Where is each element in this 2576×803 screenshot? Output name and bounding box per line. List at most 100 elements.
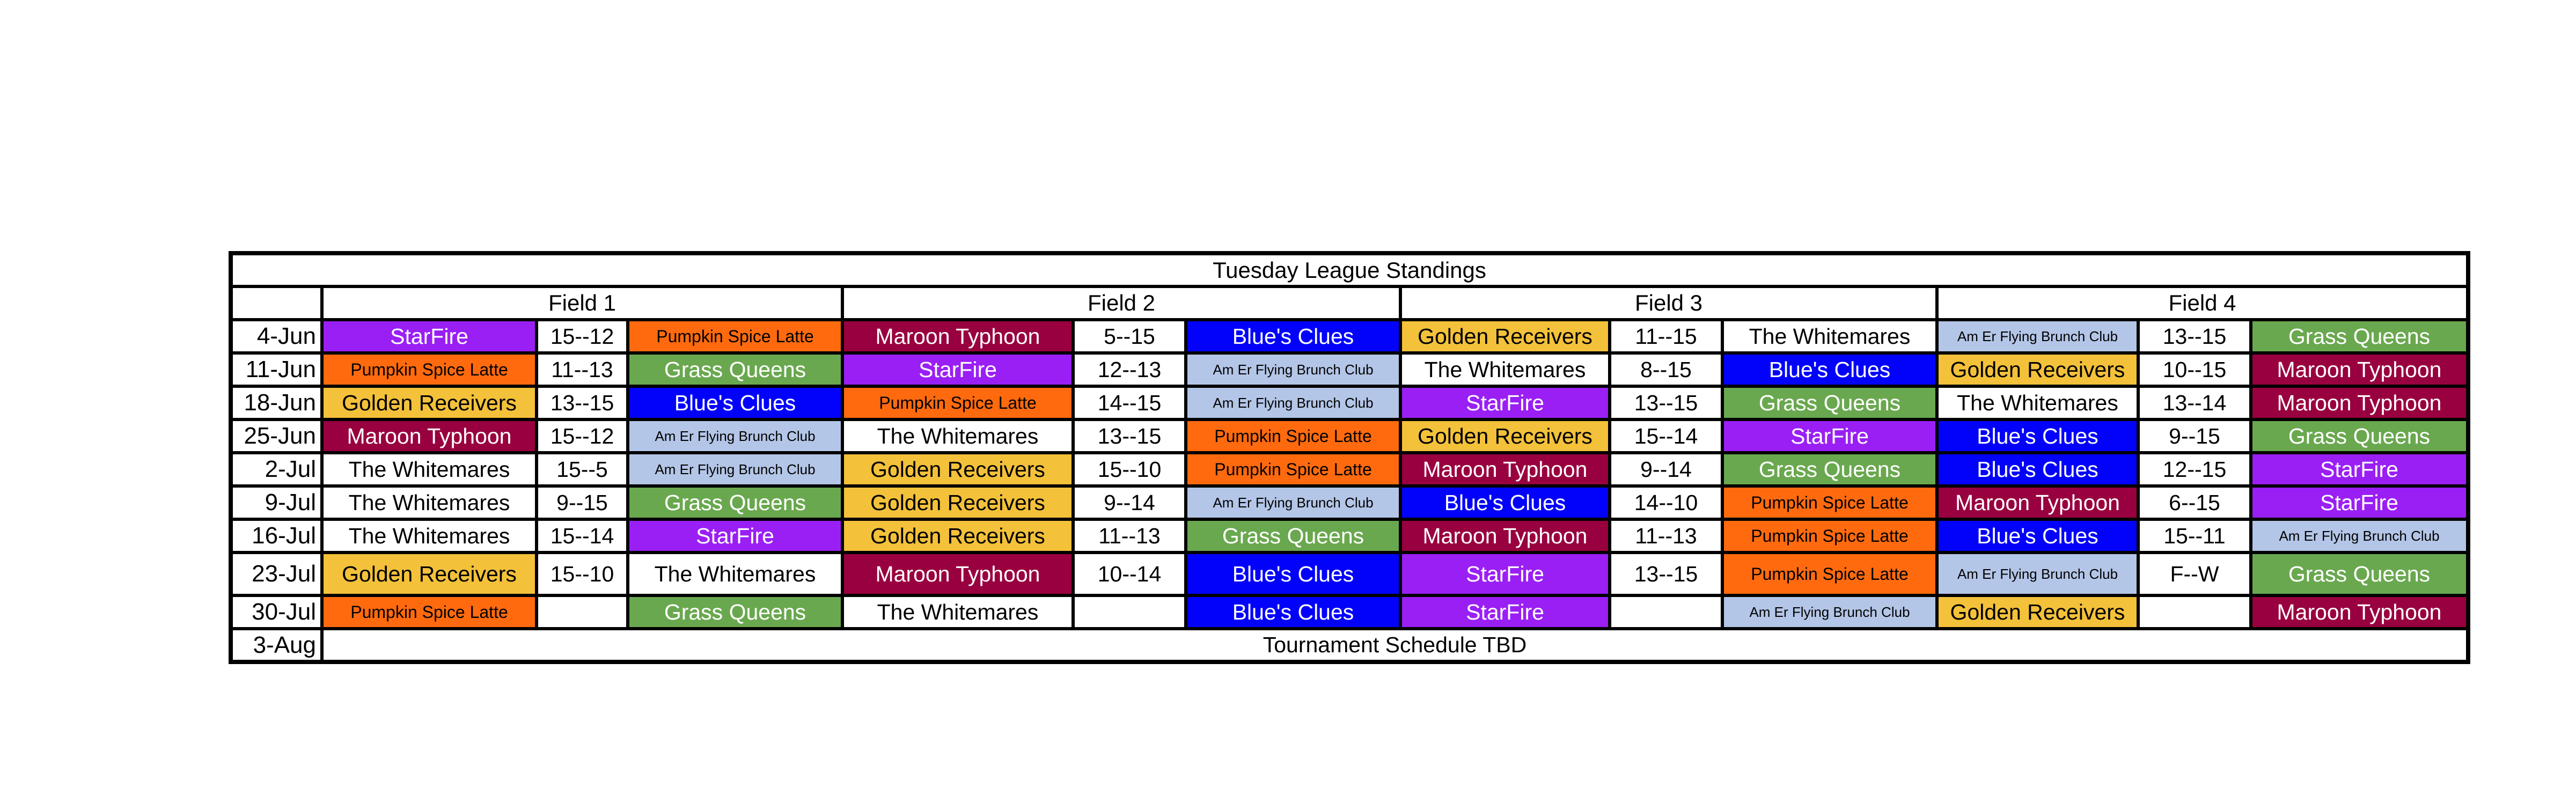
score-cell: 14--10 bbox=[1608, 484, 1724, 521]
table-row: 30-Jul Pumpkin Spice Latte Grass Queens The… bbox=[229, 594, 2470, 630]
score-cell: 15--11 bbox=[2137, 518, 2252, 554]
team-cell: Pumpkin Spice Latte bbox=[320, 594, 538, 630]
table-row: 16-Jul The Whitemares 15--14 StarFire Golden… bbox=[229, 518, 2470, 554]
team-cell: Grass Queens bbox=[626, 484, 844, 521]
table-row: 23-Jul Golden Receivers 15--10 The Whitemar… bbox=[229, 551, 2470, 597]
date-cell: 4-Jun bbox=[229, 318, 324, 355]
team-cell: Pumpkin Spice Latte bbox=[1721, 518, 1939, 554]
standings-table: Tuesday League Standings Field 1 Field 2… bbox=[229, 251, 2470, 664]
team-cell: Maroon Typhoon bbox=[841, 318, 1075, 355]
score-cell: 15--10 bbox=[1072, 451, 1187, 488]
team-cell: The Whitemares bbox=[626, 551, 844, 597]
team-cell: Am Er Flying Brunch Club bbox=[626, 418, 844, 454]
score-cell bbox=[535, 594, 629, 630]
date-header-cell bbox=[229, 285, 324, 321]
score-cell: 12--15 bbox=[2137, 451, 2252, 488]
team-cell: Maroon Typhoon bbox=[1399, 518, 1611, 554]
table-row: 11-Jun Pumpkin Spice Latte 11--13 Grass Que… bbox=[229, 351, 2470, 388]
team-cell: Pumpkin Spice Latte bbox=[320, 351, 538, 388]
team-cell: StarFire bbox=[2249, 451, 2470, 488]
team-cell: Grass Queens bbox=[1184, 518, 1402, 554]
date-cell: 2-Jul bbox=[229, 451, 324, 488]
team-cell: Am Er Flying Brunch Club bbox=[2249, 518, 2470, 554]
team-cell: Grass Queens bbox=[626, 351, 844, 388]
team-cell: Pumpkin Spice Latte bbox=[1721, 551, 1939, 597]
team-cell: StarFire bbox=[320, 318, 538, 355]
score-cell bbox=[2137, 594, 2252, 630]
team-cell: Am Er Flying Brunch Club bbox=[626, 451, 844, 488]
score-cell: 9--14 bbox=[1608, 451, 1724, 488]
team-cell: Golden Receivers bbox=[841, 484, 1075, 521]
table-row: 4-Jun StarFire 15--12 Pumpkin Spice Latte Ma… bbox=[229, 318, 2470, 355]
table-row: 9-Jul The Whitemares 9--15 Grass Queens Gold… bbox=[229, 484, 2470, 521]
score-cell: 11--13 bbox=[1608, 518, 1724, 554]
team-cell: Blue's Clues bbox=[1935, 518, 2140, 554]
team-cell: Maroon Typhoon bbox=[2249, 594, 2470, 630]
team-cell: StarFire bbox=[1399, 385, 1611, 421]
team-cell: Grass Queens bbox=[2249, 418, 2470, 454]
score-cell: 10--14 bbox=[1072, 551, 1187, 597]
score-cell: 13--14 bbox=[2137, 385, 2252, 421]
team-cell: Maroon Typhoon bbox=[320, 418, 538, 454]
score-cell bbox=[1072, 594, 1187, 630]
field-3-header: Field 3 bbox=[1399, 285, 1939, 321]
team-cell: StarFire bbox=[1399, 594, 1611, 630]
tournament-note: Tournament Schedule TBD bbox=[320, 627, 2470, 664]
team-cell: StarFire bbox=[1399, 551, 1611, 597]
footer-row: 3-Aug Tournament Schedule TBD bbox=[229, 627, 2470, 664]
field-2-header: Field 2 bbox=[841, 285, 1402, 321]
team-cell: The Whitemares bbox=[1721, 318, 1939, 355]
score-cell: 13--15 bbox=[1608, 385, 1724, 421]
team-cell: Golden Receivers bbox=[1399, 318, 1611, 355]
score-cell: 9--15 bbox=[535, 484, 629, 521]
team-cell: Maroon Typhoon bbox=[1935, 484, 2140, 521]
team-cell: Blue's Clues bbox=[1184, 551, 1402, 597]
team-cell: The Whitemares bbox=[1935, 385, 2140, 421]
table-title: Tuesday League Standings bbox=[229, 252, 2470, 288]
score-cell: 15--12 bbox=[535, 318, 629, 355]
team-cell: Golden Receivers bbox=[841, 518, 1075, 554]
team-cell: The Whitemares bbox=[320, 451, 538, 488]
team-cell: Am Er Flying Brunch Club bbox=[1184, 351, 1402, 388]
field-1-header: Field 1 bbox=[320, 285, 844, 321]
team-cell: The Whitemares bbox=[1399, 351, 1611, 388]
team-cell: StarFire bbox=[626, 518, 844, 554]
team-cell: Am Er Flying Brunch Club bbox=[1184, 385, 1402, 421]
date-cell: 16-Jul bbox=[229, 518, 324, 554]
team-cell: Maroon Typhoon bbox=[1399, 451, 1611, 488]
team-cell: Golden Receivers bbox=[1935, 351, 2140, 388]
team-cell: Pumpkin Spice Latte bbox=[626, 318, 844, 355]
team-cell: The Whitemares bbox=[320, 484, 538, 521]
date-cell: 18-Jun bbox=[229, 385, 324, 421]
team-cell: Pumpkin Spice Latte bbox=[1184, 451, 1402, 488]
score-cell: 15--14 bbox=[1608, 418, 1724, 454]
team-cell: Blue's Clues bbox=[1935, 418, 2140, 454]
score-cell: 11--13 bbox=[535, 351, 629, 388]
score-cell: 10--15 bbox=[2137, 351, 2252, 388]
date-cell: 9-Jul bbox=[229, 484, 324, 521]
team-cell: Am Er Flying Brunch Club bbox=[1184, 484, 1402, 521]
team-cell: Am Er Flying Brunch Club bbox=[1935, 551, 2140, 597]
score-cell: 11--13 bbox=[1072, 518, 1187, 554]
score-cell: 15--5 bbox=[535, 451, 629, 488]
team-cell: Am Er Flying Brunch Club bbox=[1721, 594, 1939, 630]
score-cell: 15--14 bbox=[535, 518, 629, 554]
field-4-header: Field 4 bbox=[1935, 285, 2470, 321]
score-cell: 5--15 bbox=[1072, 318, 1187, 355]
team-cell: Golden Receivers bbox=[320, 551, 538, 597]
team-cell: Grass Queens bbox=[2249, 318, 2470, 355]
team-cell: Pumpkin Spice Latte bbox=[1721, 484, 1939, 521]
team-cell: Grass Queens bbox=[626, 594, 844, 630]
footer-date-cell: 3-Aug bbox=[229, 627, 324, 664]
team-cell: The Whitemares bbox=[841, 418, 1075, 454]
team-cell: Pumpkin Spice Latte bbox=[1184, 418, 1402, 454]
team-cell: Pumpkin Spice Latte bbox=[841, 385, 1075, 421]
team-cell: Blue's Clues bbox=[1721, 351, 1939, 388]
score-cell bbox=[1608, 594, 1724, 630]
team-cell: StarFire bbox=[1721, 418, 1939, 454]
score-cell: 13--15 bbox=[535, 385, 629, 421]
table-row: 2-Jul The Whitemares 15--5 Am Er Flying Bru… bbox=[229, 451, 2470, 488]
team-cell: Am Er Flying Brunch Club bbox=[1935, 318, 2140, 355]
team-cell: Blue's Clues bbox=[1935, 451, 2140, 488]
score-cell: 15--12 bbox=[535, 418, 629, 454]
